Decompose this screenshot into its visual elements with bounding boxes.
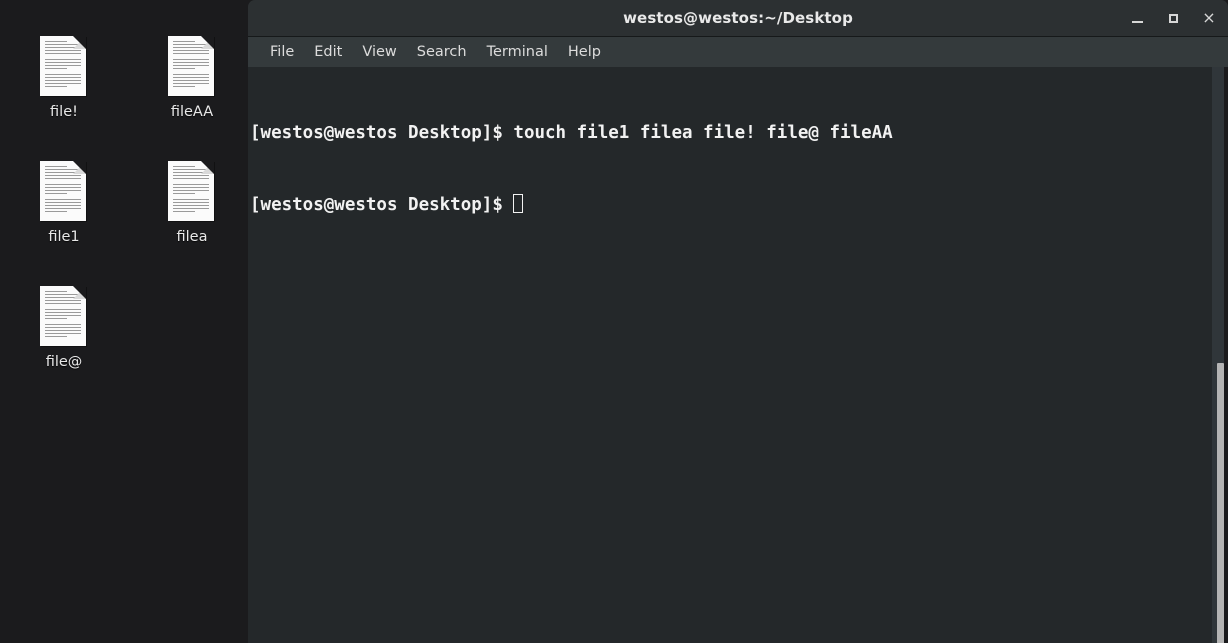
desktop-icon-file1[interactable]: file1 [8, 161, 120, 245]
desktop-icon-file-bang[interactable]: file! [8, 36, 120, 120]
close-button[interactable]: × [1200, 9, 1218, 27]
terminal-line: [westos@westos Desktop]$ [250, 193, 1228, 217]
desktop-icon-label: fileAA [170, 104, 214, 120]
document-icon [40, 161, 88, 223]
screen: file! fileAA file1 filea file@ westos@we… [0, 0, 1228, 643]
terminal-line: [westos@westos Desktop]$ touch file1 fil… [250, 121, 1228, 145]
minimize-icon [1131, 20, 1143, 23]
menu-item-search[interactable]: Search [407, 42, 477, 62]
window-controls: × [1128, 0, 1218, 36]
window-titlebar[interactable]: westos@westos:~/Desktop × [248, 0, 1228, 37]
close-icon: × [1202, 8, 1216, 27]
menu-item-view[interactable]: View [352, 42, 406, 62]
menu-item-file[interactable]: File [260, 42, 304, 62]
menu-item-terminal[interactable]: Terminal [477, 42, 558, 62]
desktop-icon-label: file! [50, 104, 78, 120]
minimize-button[interactable] [1128, 9, 1146, 27]
desktop-area[interactable]: file! fileAA file1 filea file@ [0, 0, 248, 643]
document-icon [168, 36, 216, 98]
desktop-icon-label: file@ [45, 354, 83, 370]
menu-item-help[interactable]: Help [558, 42, 611, 62]
maximize-icon [1168, 13, 1178, 23]
document-icon [40, 36, 88, 98]
terminal-body[interactable]: [westos@westos Desktop]$ touch file1 fil… [248, 67, 1228, 643]
terminal-scrollbar-thumb[interactable] [1217, 363, 1224, 643]
terminal-command: touch file1 filea file! file@ fileAA [513, 123, 893, 143]
terminal-output: [westos@westos Desktop]$ touch file1 fil… [248, 73, 1228, 265]
desktop-icon-filea[interactable]: filea [136, 161, 248, 245]
desktop-icon-fileaa[interactable]: fileAA [136, 36, 248, 120]
terminal-window: westos@westos:~/Desktop × File Edit View… [248, 0, 1228, 643]
document-icon [40, 286, 88, 348]
desktop-icon-file-at[interactable]: file@ [8, 286, 120, 370]
maximize-button[interactable] [1164, 9, 1182, 27]
desktop-icon-label: filea [176, 229, 208, 245]
document-icon [168, 161, 216, 223]
menu-item-edit[interactable]: Edit [304, 42, 352, 62]
window-right-edge [1224, 67, 1228, 643]
terminal-cursor [513, 194, 524, 213]
window-title: westos@westos:~/Desktop [623, 9, 853, 27]
terminal-prompt: [westos@westos Desktop]$ [250, 123, 514, 143]
desktop-icon-label: file1 [48, 229, 80, 245]
menu-bar: File Edit View Search Terminal Help [248, 37, 1228, 67]
terminal-prompt: [westos@westos Desktop]$ [250, 195, 514, 215]
